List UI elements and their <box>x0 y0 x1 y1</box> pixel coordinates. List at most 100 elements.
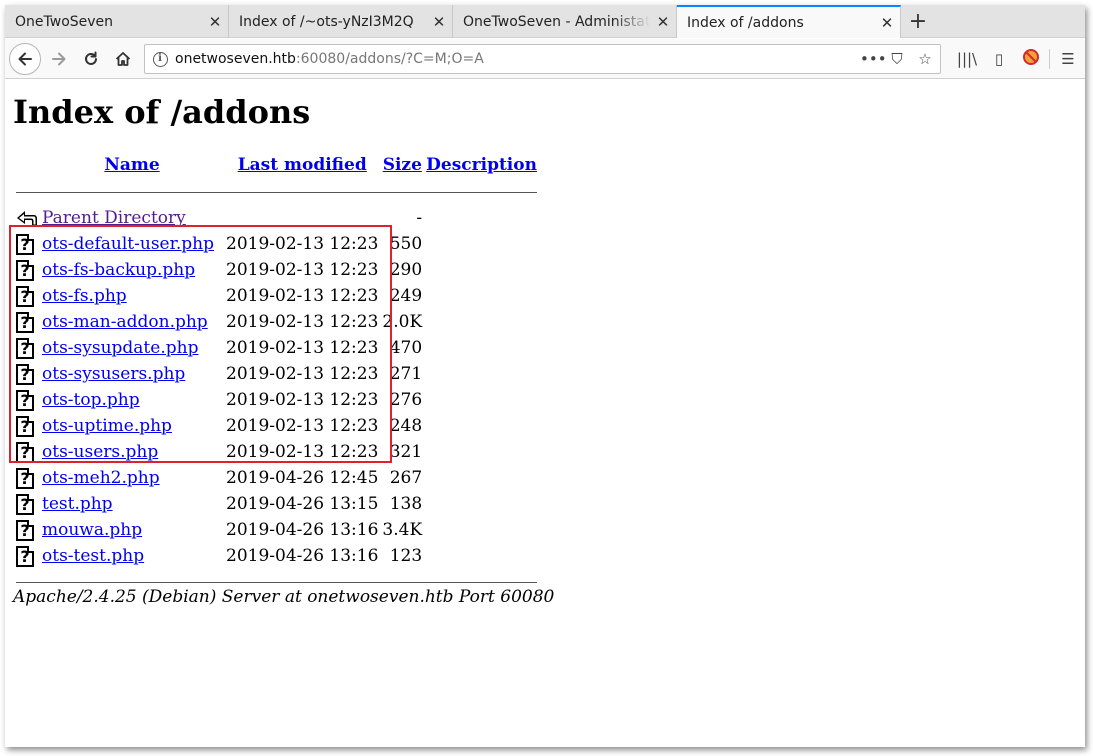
file-row: ? ots-top.php 2019-02-13 12:23 276 <box>15 388 538 412</box>
browser-window: OneTwoSeven ✕ Index of /~ots-yNzI3M2Q ✕ … <box>5 5 1085 747</box>
file-link[interactable]: ots-meh2.php <box>42 468 160 488</box>
file-link[interactable]: ots-fs.php <box>42 286 127 306</box>
file-link[interactable]: test.php <box>42 494 113 514</box>
file-link[interactable]: ots-users.php <box>42 442 158 462</box>
unknown-file-icon: ? <box>16 415 34 437</box>
url-bar[interactable]: i onetwoseven.htb :60080/addons/?C=M;O=A… <box>144 44 941 74</box>
close-icon[interactable]: ✕ <box>426 13 452 31</box>
tab-title: OneTwoSeven <box>15 13 114 30</box>
menu-icon[interactable]: ☰ <box>1052 50 1084 68</box>
file-modified: 2019-02-13 12:23 <box>226 416 379 436</box>
file-size: 3.4K <box>382 520 423 540</box>
file-link[interactable]: ots-man-addon.php <box>42 312 208 332</box>
tab-title: OneTwoSeven - Administati <box>463 13 650 30</box>
modified-column-header: Last modified <box>225 152 379 178</box>
site-info-button[interactable]: i <box>145 51 175 67</box>
pocket-icon[interactable]: ⛉ <box>888 50 906 68</box>
file-link[interactable]: ots-fs-backup.php <box>42 260 195 280</box>
file-row: ? mouwa.php 2019-04-26 13:16 3.4K <box>15 518 538 542</box>
file-row: ? ots-fs.php 2019-02-13 12:23 249 <box>15 284 538 308</box>
unknown-file-icon: ? <box>16 311 34 333</box>
blocked-content-icon[interactable] <box>1015 48 1047 70</box>
forward-arrow-icon <box>52 52 66 66</box>
forward-button[interactable] <box>43 43 75 75</box>
url-path: :60080/addons/?C=M;O=A <box>295 51 484 67</box>
tab-index-ots-user[interactable]: Index of /~ots-yNzI3M2Q ✕ <box>229 5 453 38</box>
unknown-file-icon: ? <box>16 259 34 281</box>
icon-column-header <box>15 152 39 178</box>
parent-directory-link[interactable]: Parent Directory <box>42 208 186 228</box>
back-button[interactable] <box>9 43 41 75</box>
back-arrow-icon <box>18 52 32 66</box>
file-link[interactable]: ots-default-user.php <box>42 234 214 254</box>
bookmark-star-icon[interactable]: ☆ <box>916 50 934 68</box>
new-tab-button[interactable]: + <box>901 5 935 37</box>
sort-by-description-link[interactable]: Description <box>426 155 537 175</box>
unknown-file-icon: ? <box>16 493 34 515</box>
home-button[interactable] <box>107 43 139 75</box>
tab-administration[interactable]: OneTwoSeven - Administati ✕ <box>453 5 677 38</box>
unknown-file-icon: ? <box>16 519 34 541</box>
toolbar-separator <box>1049 49 1050 69</box>
file-row: ? ots-sysusers.php 2019-02-13 12:23 271 <box>15 362 538 386</box>
file-link[interactable]: ots-top.php <box>42 390 140 410</box>
sort-by-modified-link[interactable]: Last modified <box>238 155 367 175</box>
file-link[interactable]: ots-sysupdate.php <box>42 338 198 358</box>
close-icon[interactable]: ✕ <box>874 14 900 32</box>
file-size: 138 <box>389 494 423 514</box>
file-size: 271 <box>389 364 423 384</box>
unknown-file-icon: ? <box>16 233 34 255</box>
unknown-file-icon: ? <box>16 467 34 489</box>
file-size: 123 <box>389 546 423 566</box>
reload-icon <box>85 51 97 65</box>
file-link[interactable]: ots-test.php <box>42 546 144 566</box>
library-icon[interactable]: |||\ <box>951 50 983 68</box>
separator-row <box>15 180 538 204</box>
file-row: ? ots-sysupdate.php 2019-02-13 12:23 470 <box>15 336 538 360</box>
file-row: ? ots-test.php 2019-04-26 13:16 123 <box>15 544 538 568</box>
unknown-file-icon: ? <box>16 337 34 359</box>
file-row: ? ots-default-user.php 2019-02-13 12:23 550 <box>15 232 538 256</box>
toolbar-right: |||\ ▯ ☰ <box>951 43 1084 75</box>
home-icon <box>115 52 131 66</box>
unknown-file-icon: ? <box>16 363 34 385</box>
file-link[interactable]: ots-uptime.php <box>42 416 172 436</box>
sort-by-size-link[interactable]: Size <box>383 155 422 175</box>
file-link[interactable]: ots-sysusers.php <box>42 364 185 384</box>
file-size: 290 <box>389 260 423 280</box>
page-actions-icon[interactable]: ••• <box>860 50 887 68</box>
file-modified: 2019-02-13 12:23 <box>226 234 379 254</box>
close-icon[interactable]: ✕ <box>202 13 228 31</box>
file-size: 276 <box>389 390 423 410</box>
sidebar-icon[interactable]: ▯ <box>983 50 1015 68</box>
file-size: 2.0K <box>382 312 423 332</box>
sort-by-name-link[interactable]: Name <box>104 155 159 175</box>
file-link[interactable]: mouwa.php <box>42 520 142 540</box>
server-signature: Apache/2.4.25 (Debian) Server at onetwos… <box>13 587 555 607</box>
file-row: ? ots-meh2.php 2019-04-26 12:45 267 <box>15 466 538 490</box>
url-actions: ••• ⛉ ☆ <box>860 45 934 73</box>
tab-strip: OneTwoSeven ✕ Index of /~ots-yNzI3M2Q ✕ … <box>5 5 1085 38</box>
file-modified: 2019-04-26 13:16 <box>226 546 379 566</box>
file-modified: 2019-04-26 12:45 <box>226 468 379 488</box>
file-row: ? ots-uptime.php 2019-02-13 12:23 248 <box>15 414 538 438</box>
tab-onetwoseven[interactable]: OneTwoSeven ✕ <box>5 5 229 38</box>
file-size: 267 <box>389 468 423 488</box>
directory-listing: Name Last modified Size Description Pare… <box>13 150 540 596</box>
file-row: ? ots-man-addon.php 2019-02-13 12:23 2.0K <box>15 310 538 334</box>
file-modified: 2019-04-26 13:15 <box>226 494 379 514</box>
info-icon: i <box>152 51 168 67</box>
tab-index-addons[interactable]: Index of /addons ✕ <box>677 5 901 38</box>
page-content: Index of /addons Name Last modified Size… <box>5 80 1085 747</box>
close-icon[interactable]: ✕ <box>650 13 676 31</box>
file-size: 249 <box>389 286 423 306</box>
tab-title: Index of /addons <box>687 14 804 31</box>
name-column-header: Name <box>41 152 223 178</box>
reload-button[interactable] <box>75 43 107 75</box>
page-title: Index of /addons <box>13 93 311 131</box>
header-row: Name Last modified Size Description <box>15 152 538 178</box>
url-host: onetwoseven.htb <box>175 51 296 67</box>
file-modified: 2019-04-26 13:16 <box>226 520 379 540</box>
file-modified: 2019-02-13 12:23 <box>226 442 379 462</box>
file-row: ? test.php 2019-04-26 13:15 138 <box>15 492 538 516</box>
